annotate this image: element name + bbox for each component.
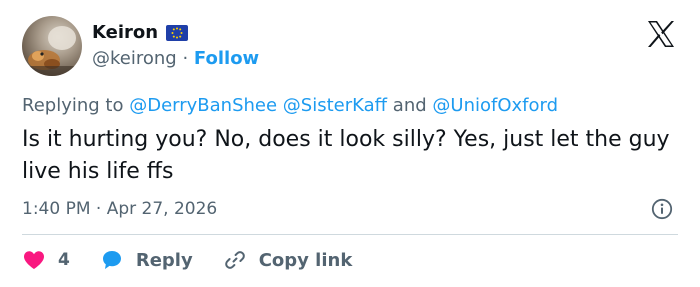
divider [22, 234, 678, 235]
x-logo-icon[interactable] [645, 18, 677, 50]
author-row: Keiron [92, 22, 189, 44]
action-bar: 4 Reply Copy link [22, 246, 352, 274]
avatar[interactable] [22, 16, 82, 76]
reply-label: Reply [135, 249, 193, 271]
handle-row: @keirong · Follow [92, 48, 259, 70]
heart-icon [22, 248, 46, 272]
author-handle[interactable]: @keirong [92, 48, 177, 69]
replying-conjunction: and [392, 95, 427, 116]
eu-flag-icon [166, 25, 189, 41]
mention-link[interactable]: @DerryBanShee [129, 95, 277, 116]
info-icon[interactable] [651, 198, 673, 220]
tweet-text: Is it hurting you? No, does it look sill… [22, 127, 670, 184]
timestamp-separator: · [95, 199, 102, 219]
tweet-date: Apr 27, 2026 [106, 199, 218, 219]
like-button[interactable]: 4 [22, 248, 70, 272]
tweet-time: 1:40 PM [22, 199, 91, 219]
avatar-photo [22, 26, 82, 76]
follow-button[interactable]: Follow [194, 48, 259, 69]
replying-prefix: Replying to [22, 95, 124, 116]
speech-bubble-icon [100, 248, 124, 272]
copy-link-button[interactable]: Copy link [223, 248, 353, 272]
replying-to: Replying to @DerryBanShee @SisterKaff an… [22, 95, 558, 117]
tweet-timestamp[interactable]: 1:40 PM · Apr 27, 2026 [22, 198, 217, 220]
reply-button[interactable]: Reply [100, 248, 193, 272]
like-count: 4 [58, 250, 70, 270]
mention-link[interactable]: @SisterKaff [283, 95, 387, 116]
author-name[interactable]: Keiron [92, 22, 158, 44]
mention-link[interactable]: @UniofOxford [432, 95, 558, 116]
copy-link-label: Copy link [258, 249, 353, 271]
link-icon [223, 248, 247, 272]
handle-separator: · [182, 48, 189, 69]
tweet-card: Keiron @keirong · Follow Replying to @De… [0, 0, 700, 287]
